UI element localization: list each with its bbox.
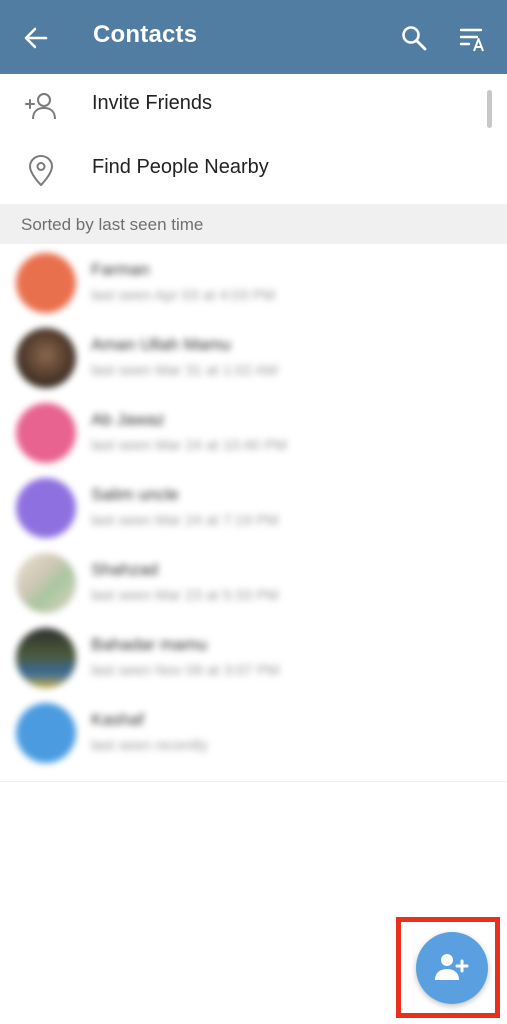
contact-name: Aman Ullah Mamu: [91, 335, 231, 354]
contact-name: Bahadar mamu: [91, 635, 208, 654]
page-title: Contacts: [93, 21, 198, 48]
scrollbar[interactable]: [487, 90, 492, 128]
avatar: [16, 403, 76, 463]
contact-status: last seen recently: [91, 737, 208, 754]
sort-by-name-icon[interactable]: [458, 25, 490, 53]
invite-friends-label: Invite Friends: [92, 92, 213, 114]
section-header: Sorted by last seen time: [0, 204, 507, 244]
contact-status: last seen Mar 31 at 1:02 AM: [91, 362, 278, 379]
add-person-icon: [24, 90, 58, 124]
avatar: [16, 628, 76, 688]
contact-status: last seen Mar 23 at 5:33 PM: [91, 587, 279, 604]
invite-friends-row[interactable]: Invite Friends: [0, 74, 507, 138]
location-pin-icon: [24, 154, 58, 188]
avatar: [16, 253, 76, 313]
avatar: [16, 328, 76, 388]
contact-status: last seen Mar 24 at 7:19 PM: [91, 512, 279, 529]
contact-name: Farman: [91, 260, 150, 279]
contact-row[interactable]: Bahadar mamu last seen Nov 09 at 3:07 PM: [0, 621, 507, 696]
contact-list: Farman last seen Apr 03 at 4:03 PM Aman …: [0, 246, 507, 771]
contact-status: last seen Nov 09 at 3:07 PM: [91, 662, 280, 679]
contact-row[interactable]: Aman Ullah Mamu last seen Mar 31 at 1:02…: [0, 321, 507, 396]
contact-row[interactable]: Shahzad last seen Mar 23 at 5:33 PM: [0, 546, 507, 621]
avatar: [16, 553, 76, 613]
contact-status: last seen Apr 03 at 4:03 PM: [91, 287, 276, 304]
contact-status: last seen Mar 24 at 10:40 PM: [91, 437, 287, 454]
back-arrow-icon[interactable]: [22, 24, 50, 52]
app-bar: Contacts: [0, 0, 507, 74]
contact-name: Ab Jawaz: [91, 410, 165, 429]
contact-row[interactable]: Farman last seen Apr 03 at 4:03 PM: [0, 246, 507, 321]
contact-row[interactable]: Salim uncle last seen Mar 24 at 7:19 PM: [0, 471, 507, 546]
find-people-nearby-row[interactable]: Find People Nearby: [0, 138, 507, 202]
contact-name: Shahzad: [91, 560, 159, 579]
find-people-nearby-label: Find People Nearby: [92, 156, 269, 178]
contact-name: Kashaf: [91, 710, 144, 729]
add-contact-icon: [435, 954, 469, 980]
contact-row[interactable]: Ab Jawaz last seen Mar 24 at 10:40 PM: [0, 396, 507, 471]
avatar: [16, 478, 76, 538]
add-contact-button[interactable]: [416, 932, 488, 1004]
section-header-label: Sorted by last seen time: [21, 215, 204, 234]
contact-name: Salim uncle: [91, 485, 179, 504]
avatar: [16, 703, 76, 763]
search-icon[interactable]: [400, 24, 428, 52]
list-divider: [0, 781, 507, 782]
contact-row[interactable]: Kashaf last seen recently: [0, 696, 507, 771]
